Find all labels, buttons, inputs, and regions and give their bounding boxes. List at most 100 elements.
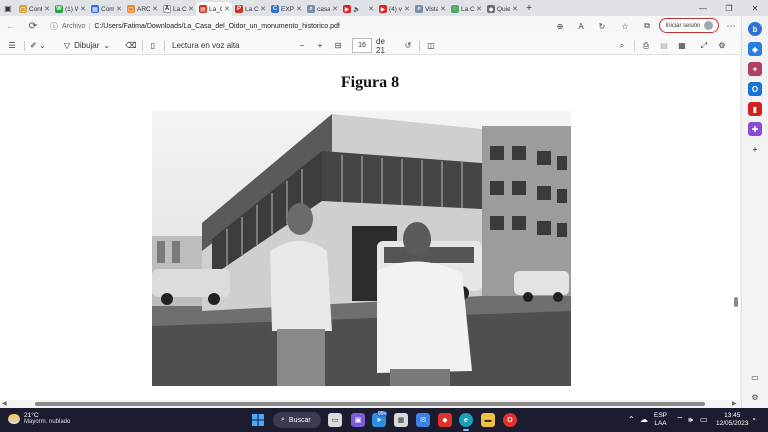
search-icon[interactable]: ⌕ [615, 38, 629, 53]
close-tab-icon[interactable]: ✕ [476, 5, 484, 13]
battery-icon[interactable]: ▭ [700, 415, 708, 424]
save-icon[interactable]: ▤ [657, 38, 671, 53]
browser-tab[interactable]: ◌ La C ✕ [448, 2, 484, 16]
settings-gear-icon[interactable]: ⚙ [715, 38, 729, 53]
print-icon[interactable]: ⎙ [639, 38, 653, 53]
browser-tab[interactable]: ▢ Cont ✕ [16, 2, 52, 16]
draw-button[interactable]: ▽ Dibujar ⌄ [64, 38, 110, 53]
close-tab-icon[interactable]: ✕ [296, 5, 304, 13]
page-number-input[interactable]: 16 [352, 38, 372, 53]
horizontal-scrollbar[interactable]: ◀ ▶ [0, 400, 740, 408]
rotate-icon[interactable]: ↺ [402, 38, 414, 53]
refresh-button[interactable]: ⟳ [22, 16, 44, 36]
more-options-icon[interactable]: ⋯ [724, 19, 738, 33]
maximize-button[interactable]: ❐ [716, 0, 742, 16]
pdf-document-view[interactable]: Figura 8 [0, 55, 740, 400]
taskbar-search-button[interactable]: ⌕ Buscar [273, 412, 321, 428]
browser-tab[interactable]: ▶ 🔈 ✕ [340, 2, 376, 16]
browser-tab[interactable]: ⌕ Vista ✕ [412, 2, 448, 16]
zoom-in-button[interactable]: + [314, 38, 326, 53]
close-tab-icon[interactable]: ✕ [44, 5, 52, 13]
games-icon[interactable]: ✚ [748, 122, 762, 136]
browser-tab[interactable]: A La C ✕ [160, 2, 196, 16]
mail-icon[interactable]: ✉ [416, 413, 430, 427]
collections-icon[interactable]: ⧉ [640, 19, 654, 33]
app-diamond-icon[interactable]: ◆ [438, 413, 452, 427]
fullscreen-icon[interactable]: ⤢ [697, 38, 711, 53]
tab-audio-icon[interactable]: 🔈 [353, 6, 360, 13]
close-tab-icon[interactable]: ✕ [260, 5, 268, 13]
close-tab-icon[interactable]: ✕ [224, 5, 232, 13]
browser-tab[interactable]: W (1) W ✕ [52, 2, 88, 16]
add-sidebar-app-icon[interactable]: + [748, 142, 762, 156]
workspaces-icon[interactable]: ▣ [0, 0, 16, 16]
file-explorer-icon[interactable]: ▬ [481, 413, 495, 427]
start-windows-icon[interactable] [251, 413, 265, 427]
browser-tab[interactable]: ▦ Com ✕ [88, 2, 124, 16]
teams-icon[interactable]: ▣ [351, 413, 365, 427]
browser-tab[interactable]: ◆ Quie ✕ [484, 2, 520, 16]
scroll-right-icon[interactable]: ▶ [732, 400, 737, 407]
favorites-icon[interactable]: ☆ [618, 19, 632, 33]
calculator-icon[interactable]: ▦ [394, 413, 408, 427]
two-page-icon[interactable]: ◫ [425, 38, 437, 53]
edge-browser-icon[interactable]: e [459, 413, 473, 427]
close-tab-icon[interactable]: ✕ [188, 5, 196, 13]
sidebar-layout-icon[interactable]: ▭ [748, 370, 762, 384]
fit-page-icon[interactable]: ⊟ [332, 38, 344, 53]
task-view-icon[interactable]: ▭ [328, 413, 342, 427]
weather-cloudy-icon [8, 414, 20, 424]
keyboard-language[interactable]: ESP LAA [654, 412, 667, 428]
signin-button[interactable]: Iniciar sesión [659, 18, 719, 33]
horizontal-scrollbar-thumb[interactable] [35, 402, 705, 406]
zoom-icon[interactable]: ⊕ [553, 19, 567, 33]
close-tab-icon[interactable]: ✕ [80, 5, 88, 13]
wifi-icon[interactable]: ⌔ [676, 415, 684, 425]
browser-tab[interactable]: ▶ (4) v ✕ [376, 2, 412, 16]
browser-tab[interactable]: ⌕ casa ✕ [304, 2, 340, 16]
outlook-icon[interactable]: O [748, 82, 762, 96]
tab-label: Com [101, 5, 115, 13]
minimize-button[interactable]: — [690, 0, 716, 16]
back-button[interactable]: ← [0, 16, 22, 36]
close-tab-icon[interactable]: ✕ [440, 5, 448, 13]
close-tab-icon[interactable]: ✕ [404, 5, 412, 13]
tab-label: Vista [425, 5, 439, 13]
tools-icon[interactable]: ✦ [748, 62, 762, 76]
browser-tab[interactable]: ▤La_C✕ [196, 2, 232, 16]
new-tab-button[interactable]: + [522, 1, 536, 15]
refresh-icon[interactable]: ↻ [595, 19, 609, 33]
bing-chat-icon[interactable]: b [748, 22, 762, 36]
close-tab-icon[interactable]: ✕ [116, 5, 124, 13]
contents-icon[interactable]: ☰ [5, 38, 19, 53]
opera-icon[interactable]: O [503, 413, 517, 427]
onedrive-icon[interactable]: ☁ [640, 415, 648, 424]
close-window-button[interactable]: ✕ [742, 0, 768, 16]
browser-tab[interactable]: C EXP ✕ [268, 2, 304, 16]
notifications-bell-icon[interactable]: ◔ [751, 415, 756, 424]
page-view-icon[interactable]: ▯ [146, 38, 160, 53]
close-tab-icon[interactable]: ✕ [332, 5, 340, 13]
close-tab-icon[interactable]: ✕ [512, 5, 520, 13]
read-aloud-button[interactable]: Lectura en voz alta [172, 38, 242, 53]
close-tab-icon[interactable]: ✕ [368, 5, 376, 13]
scroll-left-icon[interactable]: ◀ [2, 400, 7, 407]
sidebar-settings-gear-icon[interactable]: ⚙ [748, 390, 762, 404]
info-icon[interactable]: ⓘ [50, 21, 58, 32]
volume-icon[interactable]: 🕪 [688, 415, 693, 425]
show-hidden-icons-chevron-icon[interactable]: ⌃ [628, 415, 635, 424]
highlight-icon[interactable]: ✐ ⌄ [28, 38, 48, 53]
discover-icon[interactable]: ◆ [748, 42, 762, 56]
time: 13:45 [724, 412, 741, 419]
close-tab-icon[interactable]: ✕ [152, 5, 160, 13]
read-aloud-icon[interactable]: A [574, 19, 588, 33]
zoom-out-button[interactable]: − [296, 38, 308, 53]
clock[interactable]: 13:45 12/05/2023 [716, 412, 749, 428]
browser-tab[interactable]: P La C ✕ [232, 2, 268, 16]
save-as-icon[interactable]: ▦ [675, 38, 689, 53]
eraser-icon[interactable]: ⌫ [124, 38, 138, 53]
browser-tab[interactable]: ▢ ARC ✕ [124, 2, 160, 16]
vertical-scrollbar-thumb[interactable] [734, 297, 738, 307]
office-icon[interactable]: ▮ [748, 102, 762, 116]
weather-widget[interactable]: 21°C Mayorm. nublado [8, 412, 70, 426]
